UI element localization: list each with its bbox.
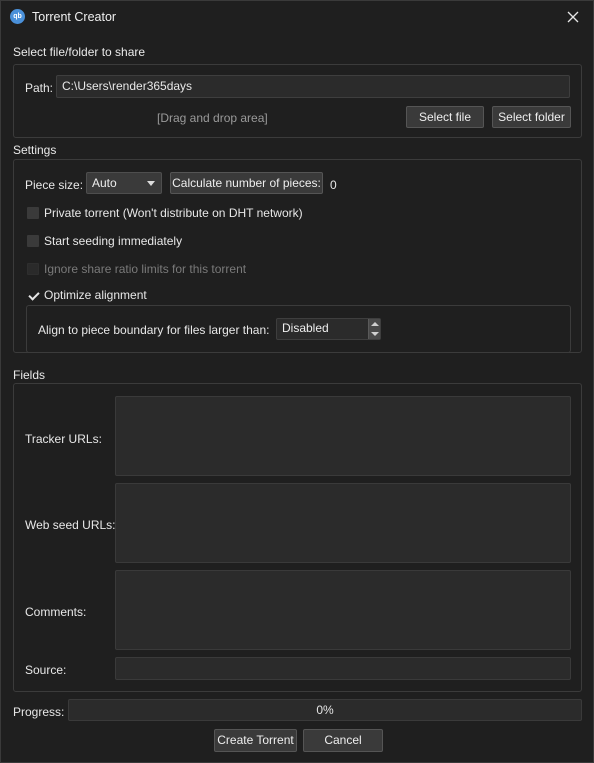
start-seeding-label[interactable]: Start seeding immediately	[44, 234, 182, 248]
path-label: Path:	[25, 81, 54, 95]
web-seed-urls-label: Web seed URLs:	[25, 518, 116, 532]
optimize-alignment-label[interactable]: Optimize alignment	[44, 288, 147, 302]
private-torrent-label[interactable]: Private torrent (Won't distribute on DHT…	[44, 206, 303, 220]
settings-section-label: Settings	[13, 143, 57, 157]
title-bar: qb Torrent Creator	[1, 1, 593, 33]
spin-down-icon[interactable]	[371, 332, 379, 336]
comments-label: Comments:	[25, 605, 87, 619]
progress-text: 0%	[316, 703, 334, 717]
path-input[interactable]: C:\Users\render365days	[56, 75, 570, 98]
window-title: Torrent Creator	[32, 10, 117, 24]
progress-label: Progress:	[13, 705, 65, 719]
ignore-share-ratio-label[interactable]: Ignore share ratio limits for this torre…	[44, 262, 246, 276]
ignore-share-ratio-checkbox[interactable]	[27, 263, 39, 275]
select-file-button[interactable]: Select file	[406, 106, 484, 128]
align-boundary-spinbox[interactable]: Disabled	[276, 318, 381, 340]
source-label: Source:	[25, 663, 67, 677]
piece-size-value: Auto	[92, 176, 117, 190]
create-torrent-button[interactable]: Create Torrent	[214, 729, 297, 752]
spinbox-buttons[interactable]	[368, 319, 380, 339]
optimize-alignment-checkbox[interactable]	[27, 289, 39, 301]
qbittorrent-logo-icon: qb	[10, 9, 25, 24]
piece-size-select[interactable]: Auto	[86, 172, 162, 194]
share-section-label: Select file/folder to share	[13, 45, 146, 59]
pieces-count: 0	[330, 178, 337, 192]
settings-group: Piece size: Auto Calculate number of pie…	[13, 159, 582, 353]
calculate-pieces-button[interactable]: Calculate number of pieces:	[170, 172, 323, 194]
tracker-urls-label: Tracker URLs:	[25, 432, 102, 446]
private-torrent-checkbox[interactable]	[27, 207, 39, 219]
cancel-button[interactable]: Cancel	[303, 729, 383, 752]
spin-up-icon[interactable]	[371, 322, 379, 326]
align-boundary-label: Align to piece boundary for files larger…	[38, 323, 270, 337]
source-input[interactable]	[115, 657, 571, 680]
fields-group: Tracker URLs: Web seed URLs: Comments: S…	[13, 383, 582, 692]
comments-textarea[interactable]	[115, 570, 571, 650]
align-boundary-value: Disabled	[282, 321, 329, 335]
piece-size-label: Piece size:	[25, 178, 84, 192]
close-icon	[567, 11, 579, 23]
chevron-down-icon	[147, 181, 155, 186]
drag-drop-area[interactable]: [Drag and drop area]	[157, 111, 268, 125]
torrent-creator-dialog: qb Torrent Creator Select file/folder to…	[0, 0, 594, 763]
start-seeding-checkbox[interactable]	[27, 235, 39, 247]
tracker-urls-textarea[interactable]	[115, 396, 571, 476]
alignment-group: Align to piece boundary for files larger…	[26, 305, 571, 353]
select-folder-button[interactable]: Select folder	[492, 106, 571, 128]
close-button[interactable]	[553, 1, 593, 33]
share-group: Path: C:\Users\render365days [Drag and d…	[13, 64, 582, 138]
progress-bar: 0%	[68, 699, 582, 721]
fields-section-label: Fields	[13, 368, 46, 382]
web-seed-urls-textarea[interactable]	[115, 483, 571, 563]
